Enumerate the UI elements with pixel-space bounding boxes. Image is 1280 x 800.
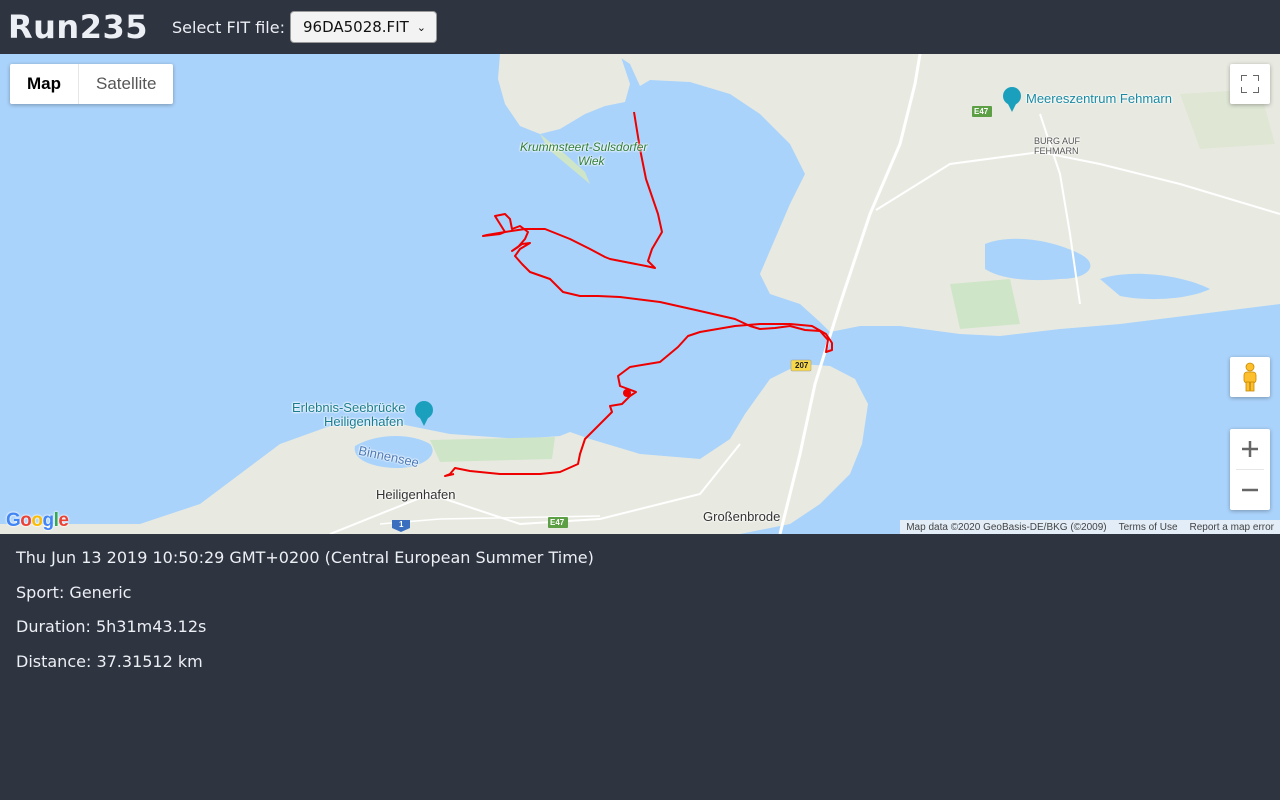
label-meereszentrum[interactable]: Meereszentrum Fehmarn [1026,91,1172,106]
activity-sport: Sport: Generic [16,582,132,602]
activity-info: Thu Jun 13 2019 10:50:29 GMT+0200 (Centr… [16,548,594,686]
road-shield-207: 207 [795,361,809,370]
zoom-in-button[interactable] [1230,429,1270,469]
label-seebruecke-2[interactable]: Heiligenhafen [324,414,404,429]
pegman-icon [1243,362,1257,392]
activity-distance: Distance: 37.31512 km [16,651,203,671]
map-type-control: Map Satellite [10,64,174,104]
label-grossenbrode: Großenbrode [703,509,781,524]
label-krummsteert-wiek: Wiek [578,154,605,168]
road-shield-a1: 1 [399,520,404,529]
activity-duration: Duration: 5h31m43.12s [16,617,207,636]
map-attribution: Map data ©2020 GeoBasis-DE/BKG (©2009) T… [900,520,1280,534]
map-view[interactable]: E47 E47 207 1 Krummsteert-Sulsdorfer Wie… [0,54,1280,534]
fit-file-select[interactable]: 96DA5028.FIT ⌄ [289,11,437,43]
plus-icon [1242,441,1258,457]
app-title: Run235 [8,8,148,46]
map-canvas[interactable] [0,54,1280,534]
chevron-down-icon: ⌄ [416,20,426,34]
zoom-control [1230,429,1270,510]
fullscreen-icon [1241,75,1259,93]
label-heiligenhafen: Heiligenhafen [376,487,456,502]
top-bar: Run235 Select FIT file: 96DA5028.FIT ⌄ [0,0,1280,54]
street-view-pegman[interactable] [1230,357,1270,397]
map-data-credit: Map data ©2020 GeoBasis-DE/BKG (©2009) [906,521,1107,533]
label-burg: BURG AUF [1034,136,1081,146]
road-shield-e47-top: E47 [974,107,989,116]
file-select-label: Select FIT file: [172,17,285,37]
terms-of-use-link[interactable]: Terms of Use [1113,522,1184,533]
report-map-error-link[interactable]: Report a map error [1184,522,1280,533]
label-seebruecke[interactable]: Erlebnis-Seebrücke [292,400,405,415]
google-logo[interactable]: Google [6,510,69,532]
fullscreen-button[interactable] [1230,64,1270,104]
map-type-satellite-button[interactable]: Satellite [79,64,173,104]
label-krummsteert: Krummsteert-Sulsdorfer [520,140,648,154]
fit-file-select-value: 96DA5028.FIT [302,18,409,36]
zoom-out-button[interactable] [1230,470,1270,510]
road-shield-e47-bottom: E47 [550,518,565,527]
activity-start-time: Thu Jun 13 2019 10:50:29 GMT+0200 (Centr… [16,548,594,567]
label-burg-2: FEHMARN [1034,146,1079,156]
minus-icon [1242,488,1258,492]
map-type-map-button[interactable]: Map [10,64,78,104]
